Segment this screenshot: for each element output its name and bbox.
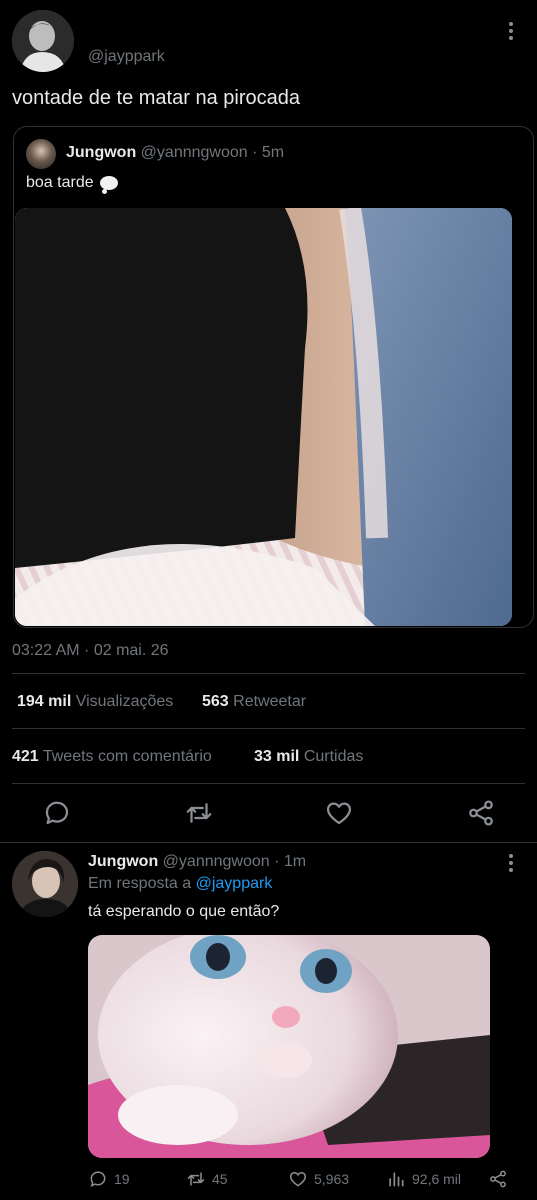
views-label: Visualizações <box>75 693 174 710</box>
reply-time: · 1m <box>274 853 307 870</box>
quoted-tweet-header: Jungwon @yannngwoon · 5m <box>66 144 284 162</box>
like-icon[interactable] <box>324 798 354 828</box>
reply-author-name[interactable]: Jungwon <box>88 853 158 870</box>
quoted-author-handle: @yannngwoon <box>140 144 248 161</box>
divider <box>12 728 525 729</box>
author-handle[interactable]: @jayppark <box>88 48 165 66</box>
likes-count: 5,963 <box>314 1171 350 1187</box>
reply-retweets[interactable]: 45 <box>186 1168 228 1190</box>
author-avatar[interactable] <box>12 10 74 72</box>
reply-author-handle[interactable]: @yannngwoon <box>163 853 270 870</box>
likes-label: Curtidas <box>303 748 364 765</box>
reply-author-avatar[interactable] <box>12 851 78 917</box>
replying-to-label: Em resposta a <box>88 875 192 892</box>
retweet-icon[interactable] <box>184 798 214 828</box>
retweets-count: 45 <box>212 1171 228 1187</box>
divider <box>0 842 537 843</box>
quoted-tweet-body: boa tarde <box>26 174 94 191</box>
more-options-icon[interactable] <box>500 18 522 46</box>
divider <box>12 783 525 784</box>
replying-to-handle-link[interactable]: @jayppark <box>196 875 273 892</box>
tweet-timestamp[interactable]: 03:22 AM · 02 mai. 26 <box>12 642 169 660</box>
quoted-author-name: Jungwon <box>66 144 137 161</box>
likes-count: 33 mil <box>254 748 300 765</box>
replying-to: Em resposta a @jayppark <box>88 875 272 893</box>
thought-balloon-icon <box>99 176 118 194</box>
more-options-icon[interactable] <box>500 850 522 878</box>
reply-views[interactable]: 92,6 mil <box>386 1168 461 1190</box>
reply-header: Jungwon @yannngwoon · 1m <box>88 853 306 871</box>
quoted-author-avatar <box>26 139 56 169</box>
quotes-stat[interactable]: 421 Tweets com comentário <box>12 748 212 766</box>
quotes-count: 421 <box>12 748 39 765</box>
retweets-label: Retweetar <box>233 693 307 710</box>
quoted-tweet-photo[interactable] <box>15 208 512 626</box>
like-icon <box>289 1171 307 1187</box>
replies-count: 19 <box>114 1171 130 1187</box>
reply-icon[interactable] <box>42 798 72 828</box>
reply-replies[interactable]: 19 <box>88 1168 130 1190</box>
quotes-label: Tweets com comentário <box>42 748 212 765</box>
likes-stat[interactable]: 33 mil Curtidas <box>254 748 363 766</box>
reply-photo[interactable] <box>88 935 490 1158</box>
retweet-icon <box>187 1172 205 1186</box>
reply-text: tá esperando o que então? <box>88 903 280 920</box>
reply-icon <box>90 1171 106 1188</box>
share-icon[interactable] <box>466 798 496 828</box>
retweets-stat[interactable]: 563 Retweetar <box>202 693 306 711</box>
views-count: 194 mil <box>17 693 72 710</box>
views-count: 92,6 mil <box>412 1171 462 1187</box>
reply-likes[interactable]: 5,963 <box>288 1168 349 1190</box>
tweet-text: vontade de te matar na pirocada <box>12 87 300 109</box>
quoted-tweet-time: · 5m <box>252 144 285 161</box>
share-icon[interactable] <box>488 1168 508 1190</box>
analytics-icon <box>389 1172 404 1187</box>
divider <box>12 673 525 674</box>
retweets-count: 563 <box>202 693 229 710</box>
quoted-tweet-text: boa tarde <box>26 174 118 194</box>
views-stat[interactable]: 194 mil Visualizações <box>17 693 173 711</box>
